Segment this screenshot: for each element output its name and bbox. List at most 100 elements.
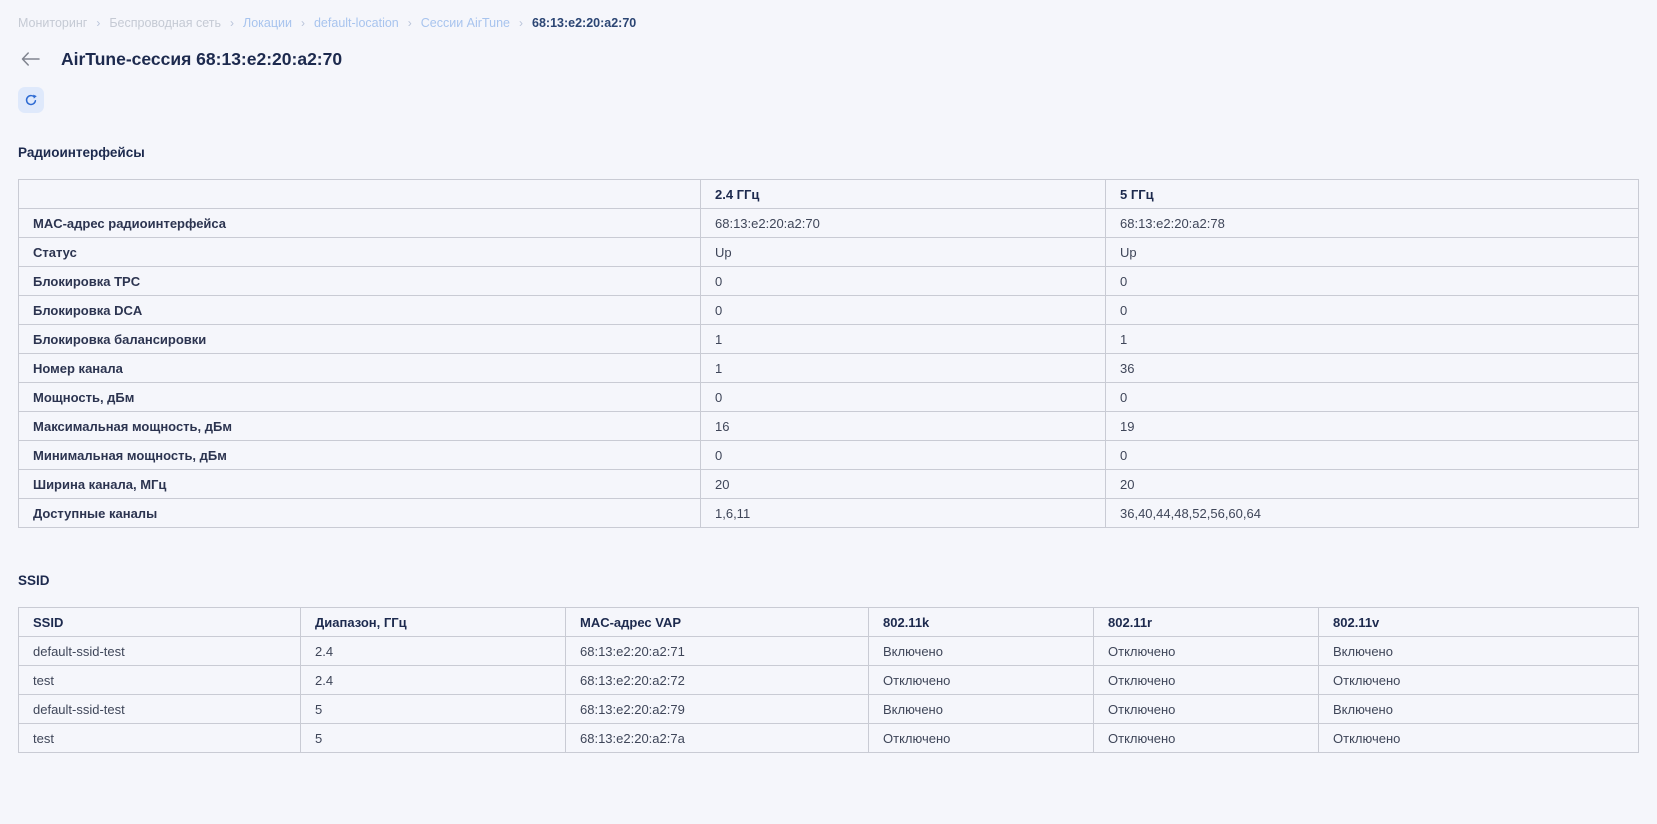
breadcrumb-item-1: Мониторинг xyxy=(18,16,87,31)
table-row: Блокировка DCA00 xyxy=(19,296,1639,325)
table-cell: MAC-адрес радиоинтерфейса xyxy=(19,209,701,238)
column-header: SSID xyxy=(19,608,301,637)
table-cell: 1 xyxy=(701,354,1106,383)
table-row: Ширина канала, МГц2020 xyxy=(19,470,1639,499)
table-row: Доступные каналы1,6,1136,40,44,48,52,56,… xyxy=(19,499,1639,528)
table-cell: 68:13:e2:20:a2:7a xyxy=(566,724,869,753)
table-cell: 1,6,11 xyxy=(701,499,1106,528)
breadcrumb-item-5[interactable]: Сессии AirTune xyxy=(421,16,510,31)
table-row: СтатусUpUp xyxy=(19,238,1639,267)
table-cell: Ширина канала, МГц xyxy=(19,470,701,499)
table-cell: Включено xyxy=(869,695,1094,724)
column-header: MAC-адрес VAP xyxy=(566,608,869,637)
arrow-left-icon xyxy=(21,52,40,66)
breadcrumb-item-3[interactable]: Локации xyxy=(243,16,292,31)
breadcrumb-item-6: 68:13:e2:20:a2:70 xyxy=(532,16,636,31)
table-cell: Включено xyxy=(1319,637,1639,666)
table-row: MAC-адрес радиоинтерфейса68:13:e2:20:a2:… xyxy=(19,209,1639,238)
table-cell: 0 xyxy=(1106,383,1639,412)
refresh-icon xyxy=(24,93,38,107)
table-cell: 68:13:e2:20:a2:70 xyxy=(701,209,1106,238)
table-cell: Минимальная мощность, дБм xyxy=(19,441,701,470)
table-cell: Отключено xyxy=(869,666,1094,695)
table-cell: 2.4 xyxy=(301,666,566,695)
table-cell: 1 xyxy=(1106,325,1639,354)
table-row: default-ssid-test2.468:13:e2:20:a2:71Вкл… xyxy=(19,637,1639,666)
table-cell: 68:13:e2:20:a2:78 xyxy=(1106,209,1639,238)
table-header-row: 2.4 ГГц5 ГГц xyxy=(19,180,1639,209)
table-cell: Статус xyxy=(19,238,701,267)
table-row: Блокировка TPC00 xyxy=(19,267,1639,296)
breadcrumb: Мониторинг › Беспроводная сеть › Локации › def… xyxy=(18,16,1639,31)
table-cell: Отключено xyxy=(1094,666,1319,695)
table-cell: 2.4 xyxy=(301,637,566,666)
table-row: Номер канала136 xyxy=(19,354,1639,383)
table-cell: Up xyxy=(1106,238,1639,267)
table-row: Минимальная мощность, дБм00 xyxy=(19,441,1639,470)
table-cell: 68:13:e2:20:a2:71 xyxy=(566,637,869,666)
table-cell: 0 xyxy=(701,267,1106,296)
table-row: test568:13:e2:20:a2:7a ОтключеноОтключено… xyxy=(19,724,1639,753)
column-header: 802.11r xyxy=(1094,608,1319,637)
breadcrumb-separator: › xyxy=(519,16,523,31)
table-cell: Включено xyxy=(869,637,1094,666)
table-cell: Блокировка балансировки xyxy=(19,325,701,354)
radio-interfaces-table: 2.4 ГГц5 ГГцMAC-адрес радиоинтерфейса68:… xyxy=(18,179,1639,528)
table-cell: 0 xyxy=(701,296,1106,325)
table-cell: 36,40,44,48,52,56,60,64 xyxy=(1106,499,1639,528)
table-cell: 0 xyxy=(1106,296,1639,325)
table-cell: test xyxy=(19,724,301,753)
radio-section-title: Радиоинтерфейсы xyxy=(18,145,1639,160)
table-cell: default-ssid-test xyxy=(19,637,301,666)
breadcrumb-separator: › xyxy=(230,16,234,31)
table-cell: default-ssid-test xyxy=(19,695,301,724)
table-cell: Доступные каналы xyxy=(19,499,701,528)
table-cell: Отключено xyxy=(1319,666,1639,695)
table-cell: 16 xyxy=(701,412,1106,441)
table-cell: 0 xyxy=(1106,267,1639,296)
table-cell: Up xyxy=(701,238,1106,267)
table-cell: 20 xyxy=(701,470,1106,499)
table-row: Мощность, дБм00 xyxy=(19,383,1639,412)
table-cell: 20 xyxy=(1106,470,1639,499)
breadcrumb-separator: › xyxy=(408,16,412,31)
column-header xyxy=(19,180,701,209)
table-cell: 19 xyxy=(1106,412,1639,441)
breadcrumb-item-4[interactable]: default-location xyxy=(314,16,399,31)
title-row: AirTune-сессия 68:13:e2:20:a2:70 xyxy=(18,48,1639,70)
column-header: 2.4 ГГц xyxy=(701,180,1106,209)
ssid-table: SSIDДиапазон, ГГцMAC-адрес VAP802.11k802… xyxy=(18,607,1639,753)
table-cell: Номер канала xyxy=(19,354,701,383)
table-cell: Блокировка TPC xyxy=(19,267,701,296)
column-header: 802.11v xyxy=(1319,608,1639,637)
table-cell: 68:13:e2:20:a2:79 xyxy=(566,695,869,724)
table-cell: Мощность, дБм xyxy=(19,383,701,412)
column-header: 5 ГГц xyxy=(1106,180,1639,209)
column-header: 802.11k xyxy=(869,608,1094,637)
table-cell: 68:13:e2:20:a2:72 xyxy=(566,666,869,695)
table-cell: Отключено xyxy=(1319,724,1639,753)
table-cell: Максимальная мощность, дБм xyxy=(19,412,701,441)
breadcrumb-item-2: Беспроводная сеть xyxy=(109,16,221,31)
page-title: AirTune-сессия 68:13:e2:20:a2:70 xyxy=(61,48,342,70)
table-row: Максимальная мощность, дБм1619 xyxy=(19,412,1639,441)
table-cell: test xyxy=(19,666,301,695)
refresh-button[interactable] xyxy=(18,87,44,113)
column-header: Диапазон, ГГц xyxy=(301,608,566,637)
table-row: Блокировка балансировки11 xyxy=(19,325,1639,354)
breadcrumb-separator: › xyxy=(301,16,305,31)
back-button[interactable] xyxy=(20,49,40,69)
ssid-section-title: SSID xyxy=(18,573,1639,588)
table-cell: Блокировка DCA xyxy=(19,296,701,325)
table-cell: Отключено xyxy=(1094,695,1319,724)
table-cell: Отключено xyxy=(1094,724,1319,753)
page: Мониторинг › Беспроводная сеть › Локации › def… xyxy=(0,0,1657,753)
table-header-row: SSIDДиапазон, ГГцMAC-адрес VAP802.11k802… xyxy=(19,608,1639,637)
table-cell: Отключено xyxy=(1094,637,1319,666)
table-cell: Включено xyxy=(1319,695,1639,724)
table-cell: 5 xyxy=(301,724,566,753)
table-cell: 0 xyxy=(701,383,1106,412)
table-row: default-ssid-test568:13:e2:20:a2:79Включ… xyxy=(19,695,1639,724)
breadcrumb-separator: › xyxy=(96,16,100,31)
table-row: test2.468:13:e2:20:a2:72ОтключеноОтключе… xyxy=(19,666,1639,695)
